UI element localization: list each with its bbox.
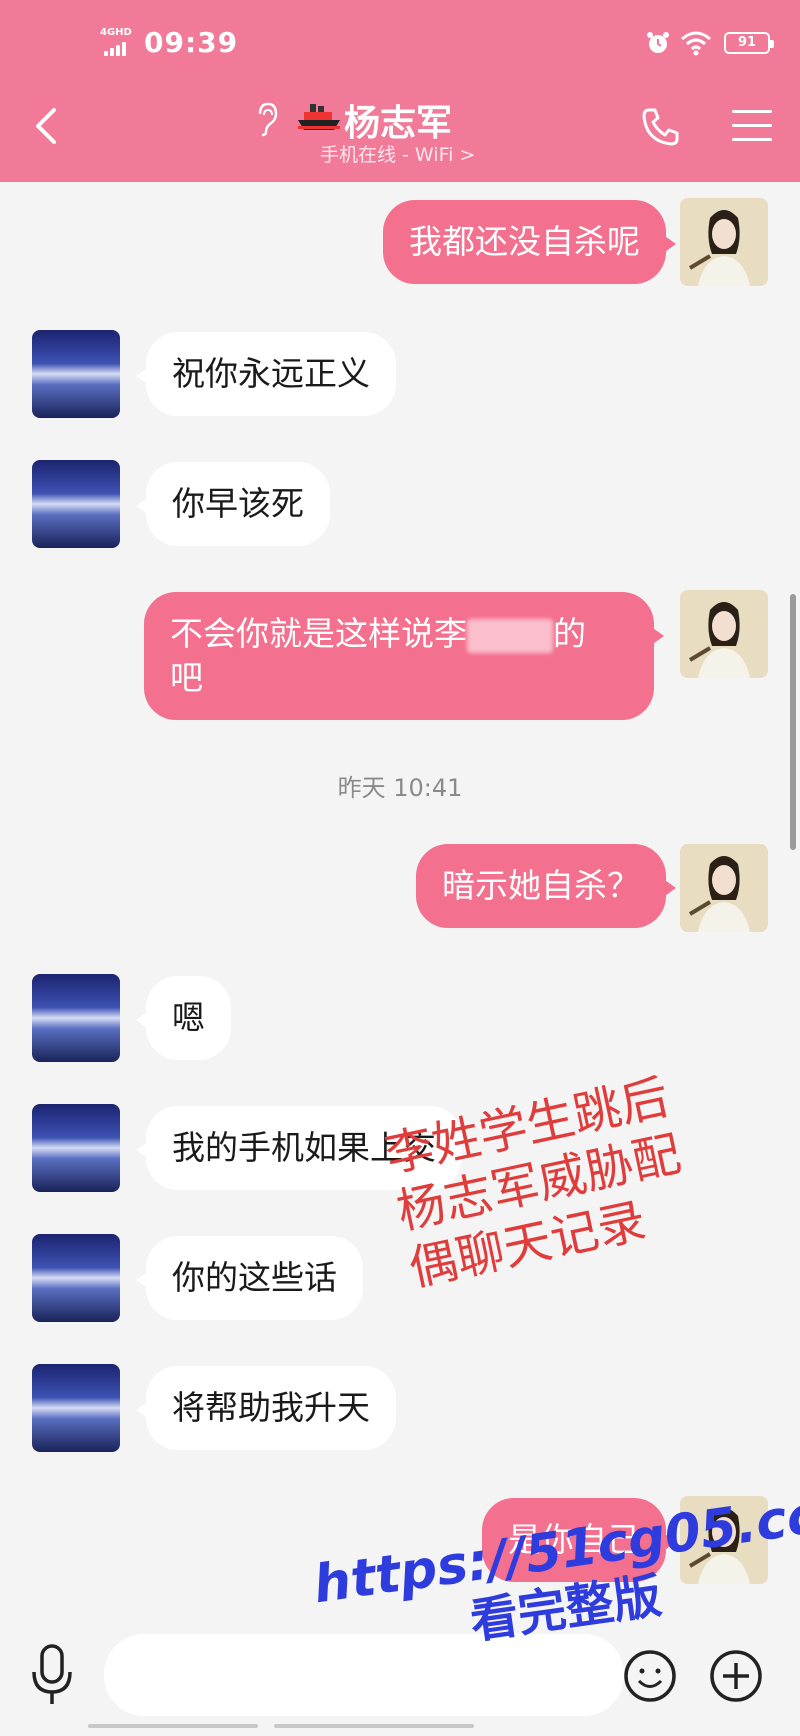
contact-avatar[interactable] bbox=[32, 974, 120, 1062]
ear-icon bbox=[258, 102, 278, 137]
contact-name[interactable]: 杨志军 bbox=[344, 94, 452, 146]
status-time: 09:39 bbox=[144, 26, 239, 59]
battery-icon: 91 bbox=[724, 32, 774, 54]
timestamp: 昨天 10:41 bbox=[337, 774, 463, 802]
message-bubble-sent[interactable]: 暗示她自杀？ bbox=[416, 844, 676, 928]
contact-avatar[interactable] bbox=[32, 1104, 120, 1192]
message-text: 吧 bbox=[170, 658, 203, 697]
alarm-icon bbox=[647, 32, 669, 53]
message-text: 的 bbox=[553, 614, 586, 653]
chat-header: 4GHD 09:39 91 杨志军 手机在线 - WiFi > bbox=[0, 0, 800, 182]
wifi-icon bbox=[681, 31, 711, 56]
emoji-icon[interactable] bbox=[622, 1648, 678, 1704]
status-icons: 91 bbox=[590, 28, 774, 58]
message-text: 不会你就是这样说李 bbox=[170, 614, 467, 653]
microphone-icon[interactable] bbox=[30, 1644, 74, 1706]
message-bubble-sent[interactable]: 不会你就是这样说李 的 吧 bbox=[144, 592, 664, 720]
message-bubble-received[interactable]: 嗯 bbox=[136, 976, 231, 1060]
online-status[interactable]: 手机在线 - WiFi > bbox=[320, 140, 475, 167]
menu-icon[interactable] bbox=[732, 108, 772, 144]
phone-icon[interactable] bbox=[640, 106, 682, 148]
ship-icon bbox=[298, 104, 340, 130]
gesture-bar bbox=[88, 1724, 488, 1730]
contact-avatar[interactable] bbox=[32, 1234, 120, 1322]
add-icon[interactable] bbox=[708, 1648, 764, 1704]
message-bubble-received[interactable]: 将帮助我升天 bbox=[136, 1366, 396, 1450]
message-bubble-sent[interactable]: 我都还没自杀呢 bbox=[383, 200, 676, 284]
message-bubble-received[interactable]: 祝你永远正义 bbox=[136, 332, 396, 416]
contact-avatar[interactable] bbox=[32, 460, 120, 548]
my-avatar[interactable] bbox=[680, 590, 768, 678]
network-label: 4GHD bbox=[100, 27, 132, 38]
message-bubble-received[interactable]: 你的这些话 bbox=[136, 1236, 363, 1320]
scrollbar[interactable] bbox=[790, 594, 796, 850]
redacted-name bbox=[467, 618, 553, 653]
chat-thread[interactable]: 我都还没自杀呢 祝你永远正义 你早该死 不会你就是这样说李 的 吧 昨天 10:4… bbox=[0, 182, 800, 1620]
back-icon[interactable] bbox=[32, 106, 60, 146]
message-bubble-received[interactable]: 你早该死 bbox=[136, 462, 330, 546]
signal-icon bbox=[104, 42, 126, 56]
contact-avatar[interactable] bbox=[32, 1364, 120, 1452]
my-avatar[interactable] bbox=[680, 198, 768, 286]
my-avatar[interactable] bbox=[680, 844, 768, 932]
contact-avatar[interactable] bbox=[32, 330, 120, 418]
